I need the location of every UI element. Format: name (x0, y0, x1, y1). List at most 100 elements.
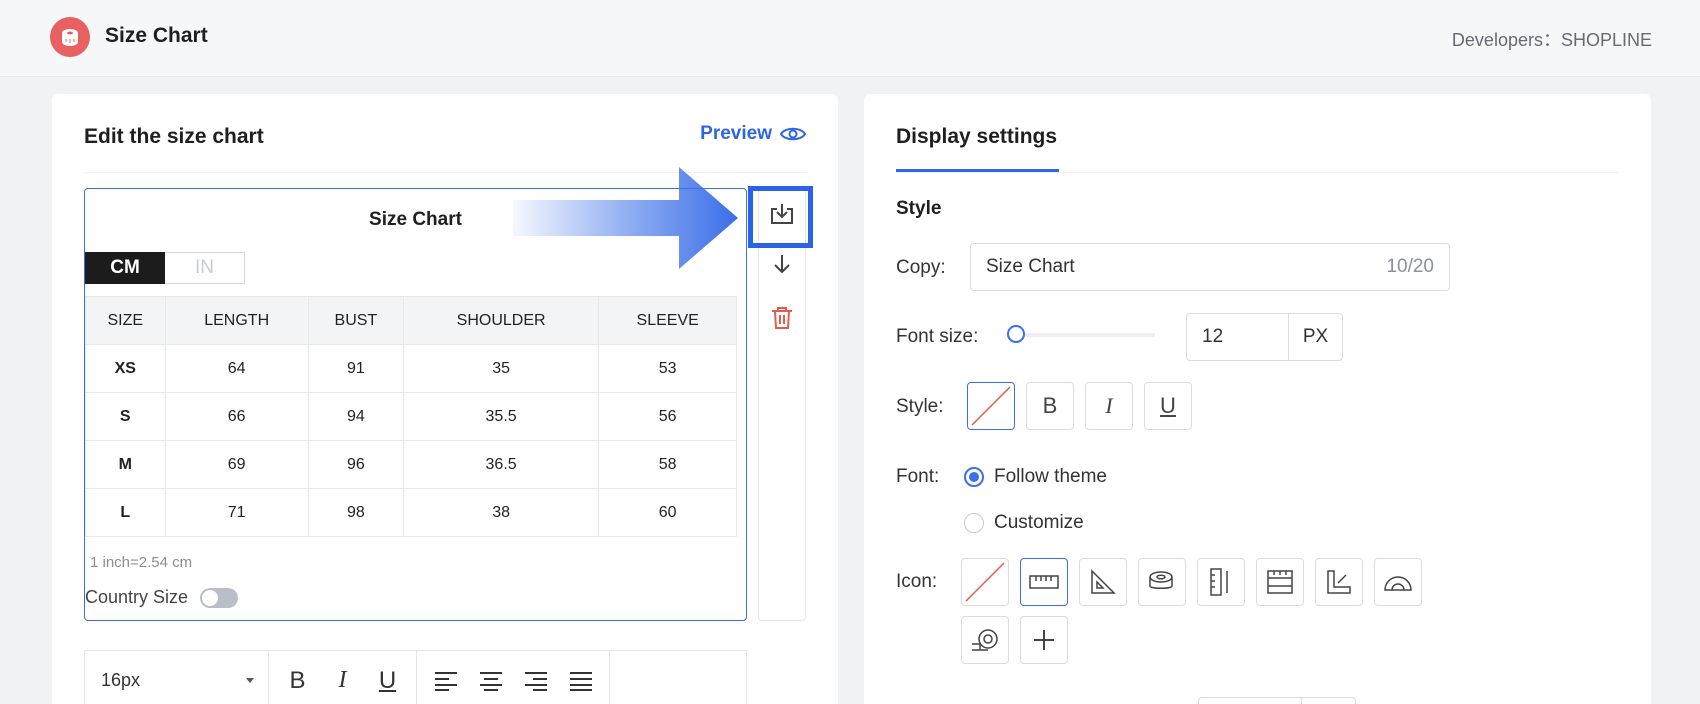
font-size-select[interactable]: 16px (85, 651, 269, 704)
preview-button[interactable]: Preview (700, 123, 806, 145)
table-cell[interactable]: 36.5 (402, 440, 600, 489)
table-row: S 66 94 35.5 56 (85, 392, 737, 441)
align-right-icon (524, 671, 547, 691)
protractor-icon (1384, 576, 1412, 591)
italic-button[interactable]: I (320, 661, 365, 701)
none-icon (971, 386, 1011, 426)
app-logo-icon (50, 17, 90, 57)
icon-option-fabric-ruler[interactable] (1256, 558, 1304, 606)
copy-char-count: 10/20 (1386, 256, 1434, 277)
chart-side-tools (758, 188, 806, 621)
table-cell[interactable]: 94 (307, 392, 404, 441)
fabric-ruler-icon (1267, 570, 1293, 594)
format-group: B I U (269, 651, 417, 704)
measuring-tape-icon (972, 629, 998, 651)
add-icon-button[interactable] (1020, 616, 1068, 664)
underline-button[interactable]: U (365, 661, 410, 701)
table-cell[interactable]: 69 (164, 440, 309, 489)
align-group (417, 651, 610, 704)
style-none-button[interactable] (967, 382, 1015, 430)
country-size-toggle[interactable] (200, 587, 239, 608)
angle-ruler-icon (1327, 570, 1351, 594)
icon-option-set-square[interactable] (1079, 558, 1127, 606)
style-italic-button[interactable]: I (1085, 382, 1133, 430)
style-section-title: Style (896, 198, 942, 219)
icon-option-angle-ruler[interactable] (1315, 558, 1363, 606)
icon-option-tape-measure[interactable] (1138, 558, 1186, 606)
column-header[interactable]: LENGTH (164, 296, 309, 345)
delete-button[interactable] (759, 298, 805, 338)
radio-checked-icon (964, 467, 984, 487)
bold-button[interactable]: B (275, 661, 320, 701)
move-down-icon (774, 255, 790, 274)
font-option-label: Customize (994, 512, 1084, 533)
font-size-select-value: 16px (101, 670, 141, 690)
icon-option-ruler[interactable] (1020, 558, 1068, 606)
column-header[interactable]: SLEEVE (598, 296, 737, 345)
ruler-icon (1029, 575, 1059, 589)
icon-option-vertical-ruler[interactable] (1197, 558, 1245, 606)
tape-measure-icon (1149, 571, 1173, 589)
table-row: L 71 98 38 60 (85, 488, 737, 537)
table-row: M 69 96 36.5 58 (85, 440, 737, 489)
table-cell[interactable]: S (85, 392, 166, 441)
column-header[interactable]: BUST (307, 296, 404, 345)
partial-size-input[interactable] (1198, 697, 1356, 704)
font-size-input[interactable]: 12 PX (1186, 313, 1343, 361)
table-cell[interactable]: L (85, 488, 166, 537)
import-highlight-box (748, 186, 813, 248)
table-cell[interactable]: XS (85, 344, 166, 393)
table-cell[interactable]: 96 (307, 440, 404, 489)
display-settings-card: Display settings Style Copy: Size Chart … (864, 94, 1651, 704)
country-size-label: Country Size (85, 587, 189, 607)
table-cell[interactable]: 53 (598, 344, 737, 393)
font-size-slider[interactable] (1007, 325, 1155, 343)
add-icon (1034, 630, 1054, 650)
font-customize-option[interactable]: Customize (964, 512, 1084, 534)
align-right-button[interactable] (513, 661, 558, 701)
table-cell[interactable]: 58 (598, 440, 737, 489)
align-center-button[interactable] (468, 661, 513, 701)
size-table: SIZE LENGTH BUST SHOULDER SLEEVE XS 64 9… (85, 296, 737, 537)
none-icon (965, 562, 1005, 602)
table-cell[interactable]: 56 (598, 392, 737, 441)
table-cell[interactable]: 35 (402, 344, 600, 393)
icon-option-none[interactable] (961, 558, 1009, 606)
slider-handle[interactable] (1007, 325, 1025, 343)
table-cell[interactable]: 91 (307, 344, 404, 393)
font-follow-theme-option[interactable]: Follow theme (964, 466, 1107, 488)
unit-cm-button[interactable]: CM (85, 252, 165, 284)
table-cell[interactable]: 71 (164, 488, 309, 537)
font-label: Font: (896, 466, 940, 487)
column-header[interactable]: SHOULDER (402, 296, 600, 345)
table-cell[interactable]: 98 (307, 488, 404, 537)
edit-card-title: Edit the size chart (84, 125, 264, 148)
tab-display-settings[interactable]: Display settings (896, 125, 1057, 149)
table-cell[interactable]: 60 (598, 488, 737, 537)
table-cell[interactable]: 64 (164, 344, 309, 393)
table-header-row: SIZE LENGTH BUST SHOULDER SLEEVE (85, 296, 737, 345)
vertical-ruler-icon (1210, 568, 1228, 596)
table-cell[interactable]: 66 (164, 392, 309, 441)
align-left-icon (434, 671, 457, 691)
table-cell[interactable]: 38 (402, 488, 600, 537)
align-left-button[interactable] (423, 661, 468, 701)
align-justify-button[interactable] (558, 661, 603, 701)
field-separator (1301, 698, 1302, 704)
text-editor-toolbar: 16px B I U (84, 650, 747, 704)
unit-conversion-note: 1 inch=2.54 cm (90, 554, 193, 571)
copy-input[interactable]: Size Chart 10/20 (970, 243, 1450, 291)
align-center-icon (479, 671, 502, 691)
unit-toggle: CM IN (85, 252, 245, 284)
icon-option-measuring-tape[interactable] (961, 616, 1009, 664)
table-cell[interactable]: 35.5 (402, 392, 600, 441)
move-down-button[interactable] (759, 244, 805, 284)
column-header[interactable]: SIZE (85, 296, 166, 345)
icon-option-protractor[interactable] (1374, 558, 1422, 606)
style-bold-button[interactable]: B (1026, 382, 1074, 430)
style-underline-button[interactable]: U (1144, 382, 1192, 430)
table-row: XS 64 91 35 53 (85, 344, 737, 393)
unit-in-button[interactable]: IN (165, 252, 245, 284)
developers-text: Developers：SHOPLINE (1451, 30, 1652, 50)
table-cell[interactable]: M (85, 440, 166, 489)
